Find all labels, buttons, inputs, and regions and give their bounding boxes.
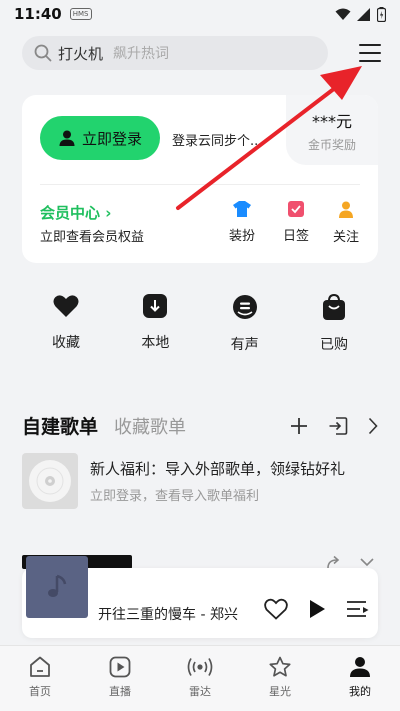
radar-icon (187, 658, 213, 676)
playlist-subtitle: 立即登录，查看导入歌单福利 (90, 489, 260, 504)
status-bar: 11:40 HMS (0, 0, 400, 28)
user-icon (59, 130, 75, 146)
coin-reward[interactable]: ***元 金币奖励 (286, 95, 378, 165)
heart-outline-icon[interactable] (264, 598, 288, 620)
playlist-queue-icon[interactable] (346, 599, 370, 619)
signal-icon (357, 7, 370, 21)
login-button[interactable]: 立即登录 (40, 116, 160, 160)
playlist-promo-item[interactable]: 新人福利：导入外部歌单，领绿钻好礼 立即登录，查看导入歌单福利 (22, 452, 378, 510)
quick-item-label: 装扮 (228, 229, 255, 244)
mini-player[interactable]: 开往三重的慢车 - 郑兴 (22, 556, 378, 638)
function-label: 本地 (141, 335, 170, 351)
tab-label: 星光 (269, 685, 291, 698)
tab-label: 我的 (349, 685, 371, 698)
function-local[interactable]: 本地 (127, 294, 183, 354)
calendar-check-icon (288, 201, 304, 217)
login-button-label: 立即登录 (81, 129, 142, 148)
player-controls (264, 598, 370, 620)
profile-icon (350, 657, 370, 677)
vip-subtitle: 立即查看会员权益 (40, 230, 145, 245)
playlist-actions (290, 416, 378, 436)
function-label: 收藏 (52, 335, 80, 351)
tab-label: 首页 (29, 685, 51, 698)
quick-item-outfit[interactable]: 装扮 (220, 201, 264, 244)
chevron-right-icon[interactable] (368, 417, 378, 435)
function-row: 收藏 本地 有声 已购 (22, 294, 378, 354)
battery-icon (377, 6, 386, 22)
search-row: 打火机 飙升热词 (22, 36, 382, 70)
star-icon (269, 656, 291, 677)
play-icon[interactable] (308, 599, 326, 619)
tab-live[interactable]: 直播 (90, 656, 150, 711)
status-time: 11:40 (14, 5, 62, 23)
playlist-cover (22, 453, 78, 509)
album-cover[interactable] (26, 556, 88, 618)
music-note-icon (48, 574, 67, 597)
bottom-tab-bar: 首页 直播 雷达 星光 我的 (0, 645, 400, 711)
chevron-right-icon: › (105, 204, 112, 222)
tab-mine[interactable]: 我的 (330, 656, 390, 711)
download-icon (143, 294, 168, 318)
add-icon[interactable] (290, 417, 308, 435)
chevron-down-icon[interactable] (360, 557, 374, 567)
shopping-bag-icon (322, 294, 345, 320)
reward-value: ***元 (311, 111, 352, 131)
function-label: 有声 (230, 337, 259, 353)
playlist-header: 自建歌单 收藏歌单 (22, 412, 378, 439)
live-play-icon (109, 656, 131, 678)
tab-collected-playlists[interactable]: 收藏歌单 (114, 413, 186, 439)
tab-label: 直播 (109, 685, 131, 698)
login-sync-text[interactable]: 登录云同步个... (172, 130, 262, 149)
playlist-text: 新人福利：导入外部歌单，领绿钻好礼 立即登录，查看导入歌单福利 (90, 458, 345, 504)
quick-item-label: 日签 (282, 229, 309, 244)
function-audio[interactable]: 有声 (217, 294, 273, 354)
playlist-title: 新人福利：导入外部歌单，领绿钻好礼 (90, 460, 346, 478)
vip-title: 会员中心 (40, 204, 101, 222)
home-icon (30, 656, 50, 677)
hms-badge: HMS (69, 8, 92, 20)
heart-icon (53, 295, 79, 317)
disc-icon (29, 460, 71, 502)
quick-item-follow[interactable]: 关注 (324, 201, 368, 245)
search-keyword: 打火机 (58, 44, 104, 63)
search-icon (34, 44, 52, 62)
search-hint: 飙升热词 (113, 46, 170, 62)
user-follow-icon (339, 201, 353, 218)
import-icon[interactable] (328, 416, 348, 436)
tab-home[interactable]: 首页 (10, 656, 70, 711)
function-favorites[interactable]: 收藏 (38, 294, 94, 354)
function-label: 已购 (319, 337, 348, 353)
status-icons (335, 6, 386, 22)
vip-center-link[interactable]: 会员中心 › (40, 202, 111, 223)
tab-starlight[interactable]: 星光 (250, 656, 310, 711)
tab-label: 雷达 (189, 685, 211, 698)
song-title: 开往三重的慢车 - 郑兴 (98, 607, 238, 623)
quick-item-label: 关注 (332, 230, 359, 245)
card-divider (40, 184, 360, 185)
podcast-icon (232, 295, 257, 319)
wifi-icon (335, 8, 351, 20)
function-purchased[interactable]: 已购 (306, 294, 362, 354)
reward-label: 金币奖励 (307, 137, 356, 152)
quick-item-daily-sign[interactable]: 日签 (274, 201, 318, 244)
menu-icon[interactable] (358, 41, 382, 65)
tab-radar[interactable]: 雷达 (170, 656, 230, 711)
shirt-icon (233, 201, 251, 217)
tab-created-playlists[interactable]: 自建歌单 (22, 412, 98, 439)
account-card: 立即登录 登录云同步个... ***元 金币奖励 会员中心 › 立即查看会员权益… (22, 95, 378, 263)
search-input[interactable]: 打火机 飙升热词 (22, 36, 328, 70)
